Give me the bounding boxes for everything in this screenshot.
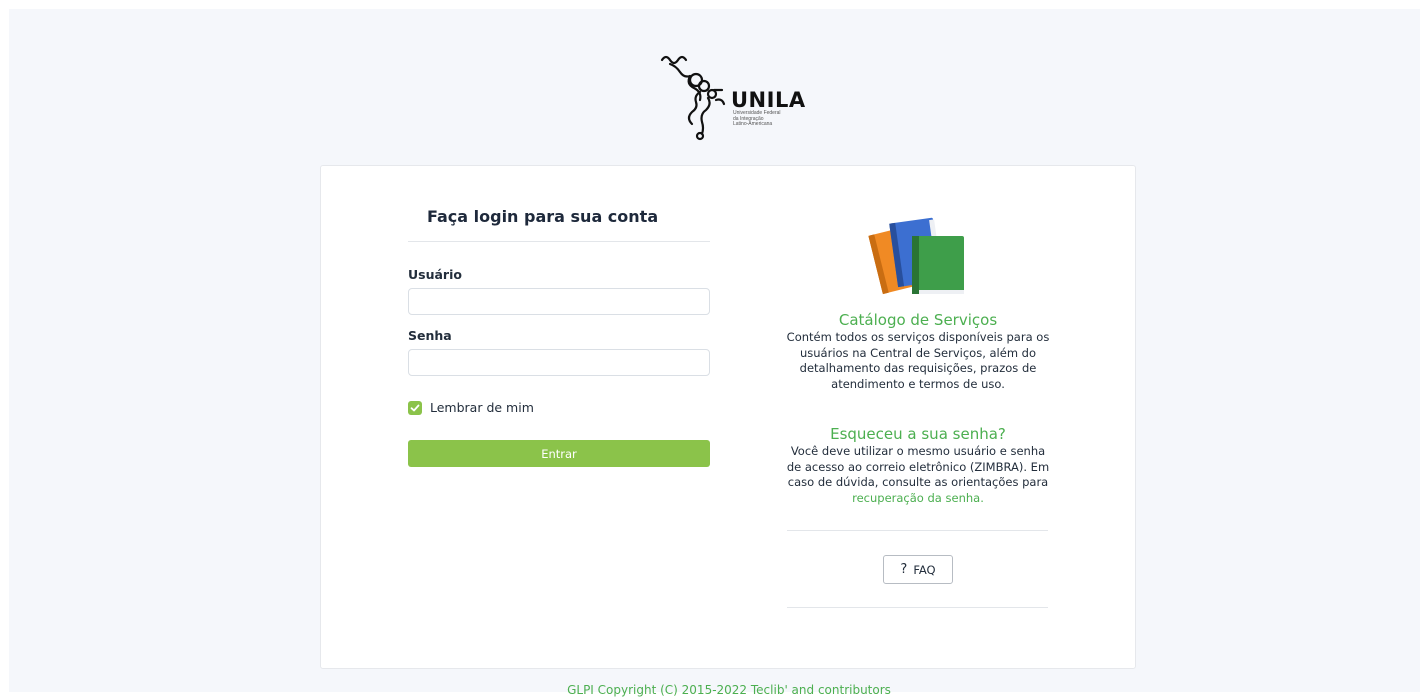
forgot-section: Esqueceu a sua senha? Você deve utilizar…: [786, 425, 1050, 506]
faq-button[interactable]: ? FAQ: [883, 555, 953, 584]
password-recovery-link[interactable]: recuperação da senha.: [852, 491, 984, 505]
logo-subtitle-line: Latino-Americana: [733, 121, 773, 127]
question-mark-icon: ?: [900, 562, 908, 577]
faq-label: FAQ: [913, 562, 936, 577]
remember-checkbox[interactable]: [408, 400, 422, 415]
forgot-text-block: Você deve utilizar o mesmo usuário e sen…: [786, 444, 1050, 506]
catalog-section: Catálogo de Serviços Contém todos os ser…: [786, 311, 1050, 392]
login-title: Faça login para sua conta: [427, 207, 659, 226]
footer-copyright[interactable]: GLPI Copyright (C) 2015-2022 Teclib' and…: [0, 683, 1420, 697]
forgot-text: Você deve utilizar o mesmo usuário e sen…: [786, 444, 1050, 489]
username-input[interactable]: [408, 288, 710, 315]
check-icon: [410, 404, 420, 411]
faq-divider-bottom: [787, 607, 1048, 608]
forgot-heading: Esqueceu a sua senha?: [830, 425, 1006, 443]
password-label: Senha: [408, 328, 452, 343]
catalog-text: Contém todos os serviços disponíveis par…: [786, 330, 1050, 391]
login-button[interactable]: Entrar: [408, 440, 710, 467]
books-icon: [868, 217, 964, 295]
title-divider: [408, 241, 710, 242]
username-label: Usuário: [408, 267, 462, 282]
logo-wordmark: UNILA: [731, 88, 806, 112]
catalog-heading: Catálogo de Serviços: [838, 311, 998, 329]
remember-me[interactable]: Lembrar de mim: [408, 400, 534, 415]
remember-label: Lembrar de mim: [430, 400, 534, 415]
logo-subtitle: Universidade Federal da Integração Latin…: [733, 110, 823, 128]
password-input[interactable]: [408, 349, 710, 376]
faq-divider-top: [787, 530, 1048, 531]
